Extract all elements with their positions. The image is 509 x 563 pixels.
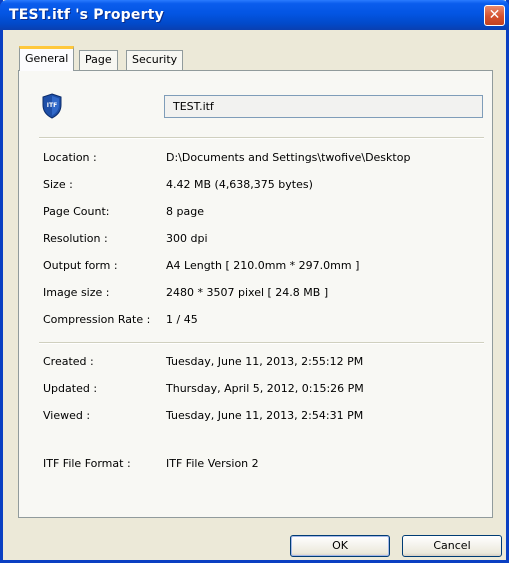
page-count-label: Page Count: [43, 205, 110, 218]
output-form-value: A4 Length [ 210.0mm * 297.0mm ] [166, 259, 360, 272]
file-format-label: ITF File Format : [43, 457, 131, 470]
ok-button[interactable]: OK [290, 535, 390, 557]
general-tab-panel: ITF TEST.itf Location : D:\Documents and… [18, 70, 493, 518]
compression-rate-label: Compression Rate : [43, 313, 151, 326]
itf-file-icon: ITF [42, 93, 62, 119]
tab-label: Page [85, 53, 112, 66]
location-value: D:\Documents and Settings\twofive\Deskto… [166, 151, 411, 164]
viewed-label: Viewed : [43, 409, 91, 422]
image-size-label: Image size : [43, 286, 110, 299]
divider [39, 342, 484, 344]
size-value: 4.42 MB (4,638,375 bytes) [166, 178, 313, 191]
resolution-label: Resolution : [43, 232, 108, 245]
close-icon: ✕ [488, 7, 501, 23]
resolution-value: 300 dpi [166, 232, 208, 245]
close-button[interactable]: ✕ [484, 5, 505, 26]
updated-value: Thursday, April 5, 2012, 0:15:26 PM [166, 382, 364, 395]
image-size-value: 2480 * 3507 pixel [ 24.8 MB ] [166, 286, 329, 299]
divider [39, 137, 484, 139]
page-count-value: 8 page [166, 205, 204, 218]
compression-rate-value: 1 / 45 [166, 313, 198, 326]
cancel-button[interactable]: Cancel [402, 535, 502, 557]
tab-label: Security [132, 53, 178, 66]
file-name-field[interactable]: TEST.itf [164, 95, 483, 118]
updated-label: Updated : [43, 382, 98, 395]
svg-text:ITF: ITF [47, 102, 57, 109]
file-format-value: ITF File Version 2 [166, 457, 259, 470]
tab-general[interactable]: General [19, 46, 75, 71]
location-label: Location : [43, 151, 97, 164]
viewed-value: Tuesday, June 11, 2013, 2:54:31 PM [166, 409, 364, 422]
created-value: Tuesday, June 11, 2013, 2:55:12 PM [166, 355, 364, 368]
tab-security[interactable]: Security [126, 50, 184, 70]
title-bar[interactable]: TEST.itf 's Property ✕ [0, 0, 509, 30]
size-label: Size : [43, 178, 73, 191]
output-form-label: Output form : [43, 259, 118, 272]
created-label: Created : [43, 355, 94, 368]
window-title: TEST.itf 's Property [9, 7, 164, 23]
tab-label: General [25, 52, 69, 65]
properties-dialog: TEST.itf 's Property ✕ General Page Secu… [0, 0, 509, 563]
tab-page[interactable]: Page [79, 50, 118, 70]
